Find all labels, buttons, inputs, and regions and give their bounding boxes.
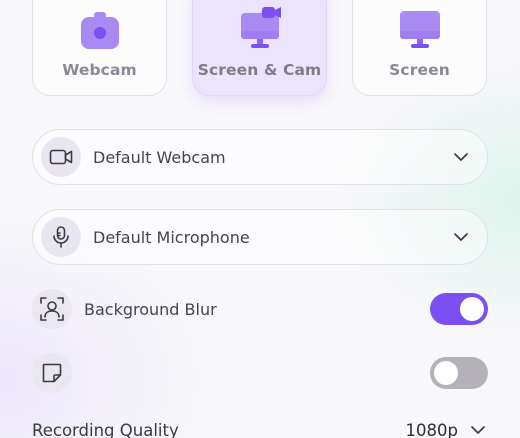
video-camera-icon: [41, 137, 81, 177]
background-blur-label: Background Blur: [84, 299, 217, 319]
camera-select[interactable]: Default Webcam: [32, 129, 488, 185]
background-blur-row: Background Blur: [32, 289, 488, 329]
microphone-icon: [41, 217, 81, 257]
screen-cam-icon: [237, 7, 283, 53]
source-card-label: Webcam: [62, 61, 137, 79]
portrait-icon: [32, 289, 72, 329]
chevron-down-icon: [451, 147, 471, 167]
source-card-screen[interactable]: Screen: [352, 0, 487, 96]
notes-toggle[interactable]: [430, 357, 488, 389]
chevron-down-icon: [451, 227, 471, 247]
source-card-label: Screen: [389, 61, 450, 79]
background-blur-toggle[interactable]: [430, 293, 488, 325]
note-icon: [32, 353, 72, 393]
camera-select-value: Default Webcam: [93, 147, 226, 167]
recording-quality-label: Recording Quality: [32, 420, 179, 438]
toggle-knob: [460, 297, 484, 321]
microphone-select-value: Default Microphone: [93, 227, 250, 247]
source-card-screen-cam[interactable]: Screen & Cam: [192, 0, 327, 96]
notes-row: [32, 353, 488, 393]
recording-quality-row[interactable]: Recording Quality 1080p: [32, 416, 488, 438]
monitor-icon: [397, 7, 443, 53]
microphone-select[interactable]: Default Microphone: [32, 209, 488, 265]
source-card-label: Screen & Cam: [197, 61, 322, 79]
recording-quality-value: 1080p: [405, 420, 458, 438]
chevron-down-icon: [468, 420, 488, 438]
camera-icon: [77, 7, 123, 53]
toggle-knob: [434, 361, 458, 385]
source-card-webcam[interactable]: Webcam: [32, 0, 167, 96]
